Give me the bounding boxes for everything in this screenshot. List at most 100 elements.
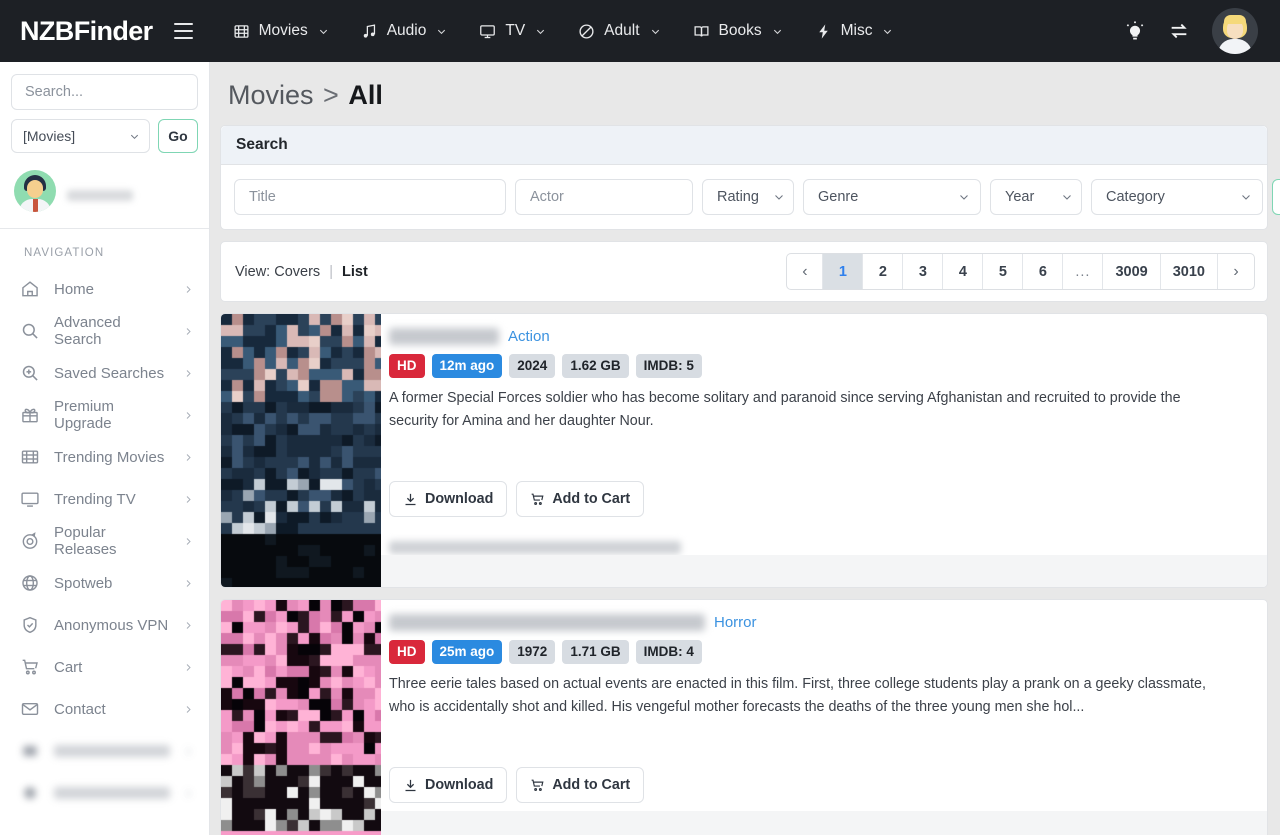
search-panel-body: Title Actor Rating Genre Year Category: [221, 165, 1280, 229]
nav-item-books[interactable]: Books: [677, 14, 799, 48]
card-footer: [381, 811, 1267, 835]
avatar[interactable]: [1212, 8, 1258, 54]
sidebar-item-label: Spotweb: [54, 574, 113, 592]
download-label: Download: [425, 491, 494, 507]
nav-item-audio[interactable]: Audio: [345, 14, 464, 48]
pagination-next[interactable]: ›: [1218, 254, 1254, 289]
actor-placeholder: Actor: [530, 189, 564, 205]
download-icon: [405, 493, 416, 505]
sidebar-item-trending-movies[interactable]: Trending Movies: [0, 436, 209, 478]
download-button[interactable]: Download: [389, 481, 508, 517]
chevron-right-icon: [186, 579, 191, 587]
result-genre[interactable]: Action: [508, 328, 550, 345]
breadcrumb-parent[interactable]: Movies: [228, 80, 314, 110]
sidebar-item-label: Popular Releases: [54, 524, 117, 558]
sidebar-item-saved-searches[interactable]: Saved Searches: [0, 352, 209, 394]
nav-item-movies[interactable]: Movies: [217, 14, 345, 48]
nav-item-misc[interactable]: Misc: [799, 14, 910, 48]
cover-image: [221, 600, 381, 835]
sidebar-item-cart[interactable]: Cart: [0, 646, 209, 688]
main-menu: Movies Audio TV Adult Books Misc: [217, 14, 910, 48]
tv-icon: [479, 22, 497, 40]
search-icon: [20, 321, 40, 341]
result-title-row: Horror: [389, 614, 1251, 631]
cover-thumbnail[interactable]: [221, 600, 381, 835]
pagination-page-3[interactable]: 3: [903, 254, 944, 289]
result-card: Horror HD 25m ago 1972 1.71 GB IMDB: 4 T…: [220, 599, 1268, 835]
category-select[interactable]: Category: [1091, 179, 1263, 215]
view-separator: |: [329, 263, 333, 280]
chevron-down-icon: [1242, 195, 1250, 200]
chevron-right-icon: [186, 453, 191, 461]
view-covers-link[interactable]: Covers: [274, 264, 320, 280]
search-panel: Search Title Actor Rating Genre Year Cat…: [220, 125, 1280, 230]
sidebar-item-label: Trending Movies: [54, 448, 165, 466]
chevron-right-icon: [186, 369, 191, 377]
download-button[interactable]: Download: [389, 767, 508, 803]
nav-item-adult[interactable]: Adult: [562, 14, 676, 48]
gift-icon: [20, 405, 40, 425]
result-actions: Download Add to Cart: [389, 481, 645, 517]
sidebar-category-select[interactable]: [Movies]: [11, 119, 150, 153]
sidebar-item-blurred-2[interactable]: [0, 772, 209, 814]
search-input[interactable]: [23, 83, 209, 101]
download-label: Download: [425, 777, 494, 793]
cover-thumbnail[interactable]: [221, 314, 381, 587]
sidebar-profile[interactable]: [0, 153, 209, 228]
genre-select[interactable]: Genre: [803, 179, 981, 215]
result-title-blurred[interactable]: [389, 614, 705, 631]
chevron-right-icon: [186, 663, 191, 671]
rating-select[interactable]: Rating: [702, 179, 794, 215]
cart-label: Add to Cart: [552, 491, 631, 507]
sidebar-item-anonymous-vpn[interactable]: Anonymous VPN: [0, 604, 209, 646]
title-field[interactable]: Title: [234, 179, 506, 215]
sidebar-item-trending-tv[interactable]: Trending TV: [0, 478, 209, 520]
pagination-page-6[interactable]: 6: [1023, 254, 1064, 289]
pagination-page-2[interactable]: 2: [863, 254, 904, 289]
year-select[interactable]: Year: [990, 179, 1082, 215]
sidebar-item-premium-upgrade[interactable]: Premium Upgrade: [0, 394, 209, 436]
sidebar-item-home[interactable]: Home: [0, 268, 209, 310]
rating-value: Rating: [717, 189, 759, 205]
cart-icon: [531, 779, 544, 791]
size-badge: 1.62 GB: [562, 354, 629, 379]
swap-icon[interactable]: [1168, 20, 1190, 42]
brand-logo[interactable]: NZBFinder: [20, 16, 153, 47]
hamburger-icon[interactable]: [171, 18, 197, 44]
search-go-button[interactable]: Go: [1272, 179, 1280, 215]
nav-item-tv[interactable]: TV: [463, 14, 562, 48]
pagination-prev[interactable]: ‹: [787, 254, 824, 289]
add-to-cart-button[interactable]: Add to Cart: [516, 767, 645, 803]
view-and-pagination-bar: View: Covers | List ‹ 1 2 3 4 5 6 ... 30…: [220, 241, 1268, 302]
view-list-link[interactable]: List: [342, 264, 368, 280]
view-prefix: View:: [235, 263, 271, 280]
chevron-down-icon: [1063, 195, 1071, 200]
sidebar-go-button[interactable]: Go: [158, 119, 198, 153]
sidebar-category-row: [Movies] Go: [0, 110, 209, 153]
result-genre[interactable]: Horror: [714, 614, 757, 631]
pagination-page-1[interactable]: 1: [823, 254, 864, 289]
sidebar-item-contact[interactable]: Contact: [0, 688, 209, 730]
sidebar-item-popular-releases[interactable]: Popular Releases: [0, 520, 209, 562]
result-title-blurred[interactable]: [389, 328, 499, 345]
add-to-cart-button[interactable]: Add to Cart: [516, 481, 645, 517]
pagination-page-5[interactable]: 5: [983, 254, 1024, 289]
blurred-icon: [20, 741, 40, 761]
sidebar-item-advanced-search[interactable]: Advanced Search: [0, 310, 209, 352]
lightbulb-icon[interactable]: [1124, 20, 1146, 42]
sidebar-item-blurred-1[interactable]: [0, 730, 209, 772]
actor-field[interactable]: Actor: [515, 179, 693, 215]
app-root: NZBFinder Movies Audio TV Adult Books Mi…: [0, 0, 1280, 835]
category-value: Category: [1106, 189, 1165, 205]
sidebar-item-spotweb[interactable]: Spotweb: [0, 562, 209, 604]
view-toggle: View: Covers | List: [235, 264, 368, 280]
pagination-page-3010[interactable]: 3010: [1161, 254, 1218, 289]
pagination-page-3009[interactable]: 3009: [1103, 254, 1161, 289]
search-input-wrapper[interactable]: /: [11, 74, 209, 110]
year-value: Year: [1005, 189, 1035, 205]
genre-value: Genre: [818, 189, 859, 205]
nav-label: TV: [505, 22, 526, 39]
pagination-page-4[interactable]: 4: [943, 254, 984, 289]
card-footer: [381, 555, 1267, 587]
sidebar-item-label: Trending TV: [54, 490, 136, 508]
